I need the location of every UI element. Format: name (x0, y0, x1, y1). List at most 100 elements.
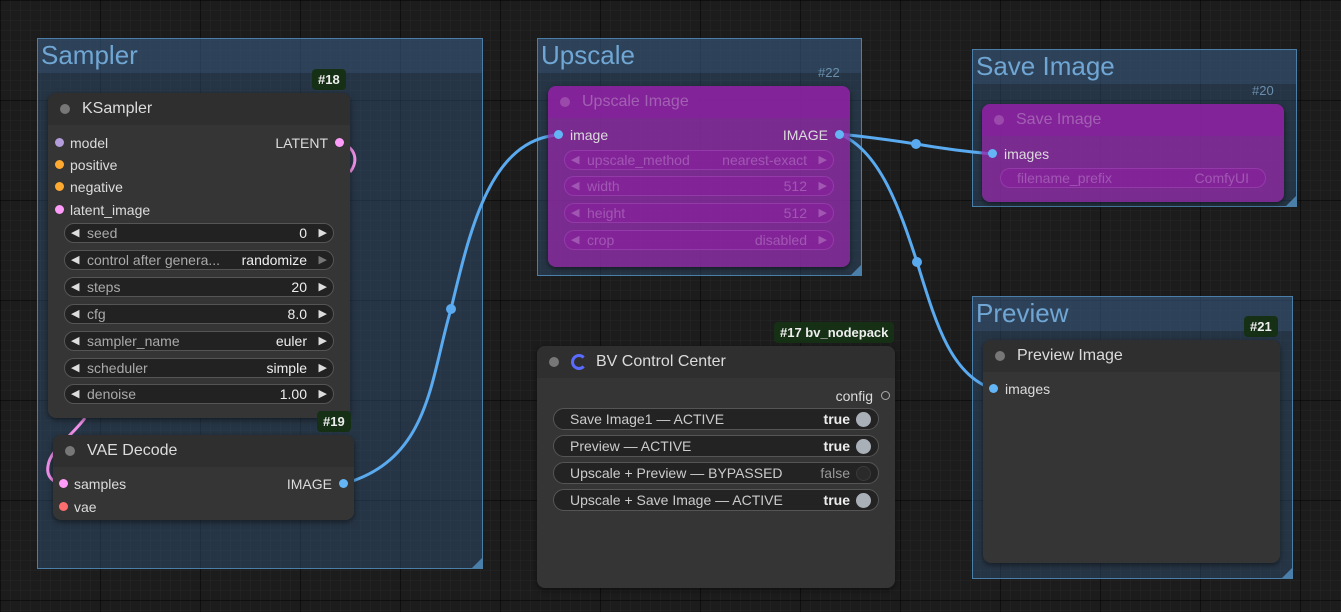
input-slot-latent-image[interactable]: latent_image (55, 201, 151, 219)
bv-control-center-node[interactable]: BV Control Center config Save Image1 — A… (537, 346, 895, 588)
widget-value: 512 (783, 205, 807, 221)
increment-arrow[interactable]: ▶ (319, 224, 327, 242)
widget-label: filename_prefix (1017, 170, 1112, 186)
increment-arrow[interactable]: ▶ (319, 359, 327, 377)
collapse-dot[interactable] (65, 446, 75, 456)
widget-control-after-generate[interactable]: ◀ control after genera... randomize ▶ (64, 250, 334, 270)
output-slot-latent[interactable]: LATENT (275, 134, 344, 152)
input-slot-positive[interactable]: positive (55, 156, 117, 174)
ksampler-node[interactable]: KSampler model LATENT positive negative … (48, 93, 350, 418)
resize-handle[interactable] (472, 558, 482, 568)
input-slot-image[interactable]: image (554, 126, 609, 144)
node-header[interactable]: Upscale Image (548, 86, 850, 118)
widget-value: 1.00 (279, 386, 307, 402)
node-header[interactable]: KSampler (48, 93, 350, 125)
increment-arrow[interactable]: ▶ (319, 251, 327, 269)
decrement-arrow[interactable]: ◀ (71, 251, 79, 269)
widget-denoise[interactable]: ◀ denoise 1.00 ▶ (64, 384, 334, 404)
decrement-arrow[interactable]: ◀ (71, 332, 79, 350)
resize-handle[interactable] (1286, 196, 1296, 206)
decrement-arrow[interactable]: ◀ (571, 177, 579, 195)
vae-decode-node[interactable]: VAE Decode samples IMAGE vae (53, 435, 354, 520)
widget-scheduler[interactable]: ◀ scheduler simple ▶ (64, 358, 334, 378)
toggle-upscale-preview[interactable]: Upscale + Preview — BYPASSED false (553, 462, 879, 484)
link-upscale-to-save (838, 132, 994, 156)
swirl-icon (571, 354, 587, 370)
collapse-dot[interactable] (549, 357, 559, 367)
decrement-arrow[interactable]: ◀ (71, 224, 79, 242)
input-slot-negative[interactable]: negative (55, 178, 123, 196)
increment-arrow[interactable]: ▶ (319, 278, 327, 296)
input-slot-images[interactable]: images (988, 145, 1049, 163)
toggle-label: Save Image1 — ACTIVE (570, 411, 725, 427)
decrement-arrow[interactable]: ◀ (71, 278, 79, 296)
toggle-knob[interactable] (856, 466, 871, 481)
decrement-arrow[interactable]: ◀ (571, 204, 579, 222)
slot-label: config (835, 388, 873, 404)
increment-arrow[interactable]: ▶ (319, 305, 327, 323)
toggle-knob[interactable] (856, 493, 871, 508)
widget-label: control after genera... (87, 252, 221, 268)
increment-arrow[interactable]: ▶ (819, 177, 827, 195)
node-header[interactable]: Preview Image (983, 340, 1280, 372)
widget-value: nearest-exact (722, 152, 807, 168)
widget-value: simple (266, 360, 307, 376)
output-slot-image[interactable]: IMAGE (783, 126, 844, 144)
output-slot-config[interactable]: config (835, 387, 890, 405)
toggle-upscale-save-image[interactable]: Upscale + Save Image — ACTIVE true (553, 489, 879, 511)
input-slot-samples[interactable]: samples (59, 475, 127, 493)
increment-arrow[interactable]: ▶ (819, 151, 827, 169)
output-slot-image[interactable]: IMAGE (287, 475, 348, 493)
reroute-dot (912, 257, 922, 267)
widget-steps[interactable]: ◀ steps 20 ▶ (64, 277, 334, 297)
toggle-knob[interactable] (856, 412, 871, 427)
node-header[interactable]: BV Control Center (537, 346, 895, 378)
widget-crop[interactable]: ◀ crop disabled ▶ (564, 230, 834, 250)
save-image-node[interactable]: Save Image images filename_prefix ComfyUI (982, 104, 1284, 202)
widget-seed[interactable]: ◀ seed 0 ▶ (64, 223, 334, 243)
increment-arrow[interactable]: ▶ (319, 332, 327, 350)
decrement-arrow[interactable]: ◀ (571, 151, 579, 169)
collapse-dot[interactable] (994, 115, 1004, 125)
node-title: Upscale Image (582, 93, 689, 110)
toggle-save-image1[interactable]: Save Image1 — ACTIVE true (553, 408, 879, 430)
decrement-arrow[interactable]: ◀ (71, 359, 79, 377)
toggle-label: Upscale + Save Image — ACTIVE (570, 492, 783, 508)
collapse-dot[interactable] (995, 351, 1005, 361)
input-slot-images[interactable]: images (989, 380, 1050, 398)
upscale-image-node[interactable]: Upscale Image image IMAGE ◀ upscale_metho… (548, 86, 850, 267)
toggle-value: false (820, 465, 850, 481)
preview-image-node[interactable]: Preview Image images (983, 340, 1280, 563)
decrement-arrow[interactable]: ◀ (71, 385, 79, 403)
resize-handle[interactable] (1282, 568, 1292, 578)
increment-arrow[interactable]: ▶ (819, 204, 827, 222)
widget-value: 8.0 (287, 306, 307, 322)
node-id-badge: #17 bv_nodepack (774, 322, 895, 343)
slot-label: latent_image (70, 202, 151, 218)
decrement-arrow[interactable]: ◀ (71, 305, 79, 323)
resize-handle[interactable] (851, 265, 861, 275)
slot-label: image (570, 127, 609, 143)
widget-cfg[interactable]: ◀ cfg 8.0 ▶ (64, 304, 334, 324)
collapse-dot[interactable] (560, 97, 570, 107)
decrement-arrow[interactable]: ◀ (571, 231, 579, 249)
node-id-badge: #21 (1244, 316, 1278, 337)
node-header[interactable]: VAE Decode (53, 435, 354, 467)
widget-sampler-name[interactable]: ◀ sampler_name euler ▶ (64, 331, 334, 351)
slot-label: samples (74, 476, 127, 492)
toggle-knob[interactable] (856, 439, 871, 454)
increment-arrow[interactable]: ▶ (819, 231, 827, 249)
slot-label: vae (74, 499, 97, 515)
input-slot-vae[interactable]: vae (59, 498, 97, 516)
node-title: Save Image (1016, 111, 1102, 128)
widget-upscale-method[interactable]: ◀ upscale_method nearest-exact ▶ (564, 150, 834, 170)
widget-height[interactable]: ◀ height 512 ▶ (564, 203, 834, 223)
collapse-dot[interactable] (60, 104, 70, 114)
toggle-preview[interactable]: Preview — ACTIVE true (553, 435, 879, 457)
increment-arrow[interactable]: ▶ (319, 385, 327, 403)
input-slot-model[interactable]: model (55, 134, 108, 152)
widget-value: euler (275, 333, 307, 349)
node-header[interactable]: Save Image (982, 104, 1284, 136)
widget-filename-prefix[interactable]: filename_prefix ComfyUI (1000, 168, 1266, 188)
widget-width[interactable]: ◀ width 512 ▶ (564, 176, 834, 196)
